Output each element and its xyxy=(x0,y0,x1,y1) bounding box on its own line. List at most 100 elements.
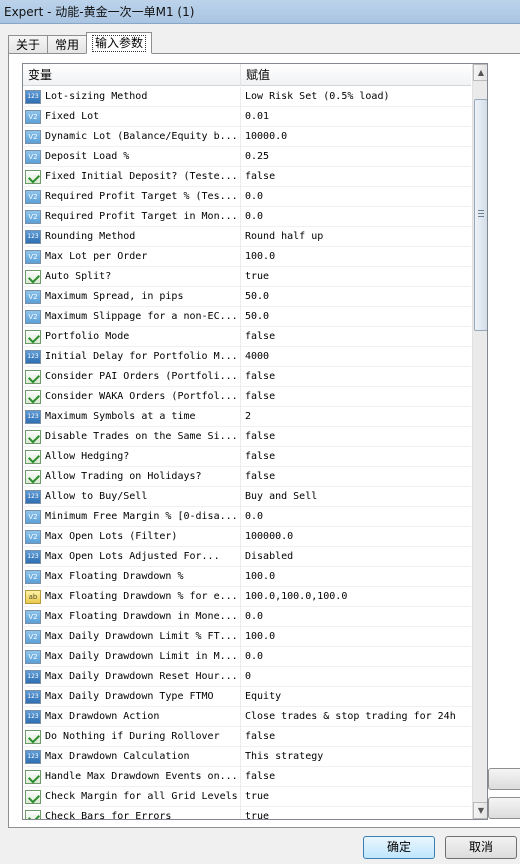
parameter-value[interactable]: true xyxy=(241,267,471,287)
tab-about[interactable]: 关于 xyxy=(8,35,49,54)
parameter-value[interactable]: Close trades & stop trading for 24h xyxy=(241,707,471,727)
parameter-value[interactable]: 0.0 xyxy=(241,607,471,627)
bool-icon xyxy=(25,269,41,284)
parameter-value[interactable]: 4000 xyxy=(241,347,471,367)
parameter-row[interactable]: V2 Max Lot per Order 100.0 xyxy=(23,246,471,267)
parameter-row[interactable]: Check Margin for all Grid Levels true xyxy=(23,786,471,807)
parameter-row[interactable]: V2 Max Open Lots (Filter) 100000.0 xyxy=(23,526,471,547)
parameter-row[interactable]: V2 Max Daily Drawdown Limit in M... 0.0 xyxy=(23,646,471,667)
parameter-value[interactable]: false xyxy=(241,167,471,187)
double-icon: V2 xyxy=(25,309,41,324)
parameter-value[interactable]: 0.0 xyxy=(241,187,471,207)
parameter-value[interactable]: false xyxy=(241,327,471,347)
parameter-value[interactable]: Round half up xyxy=(241,227,471,247)
scroll-down-button[interactable]: ▼ xyxy=(473,802,487,819)
parameter-value[interactable]: 0.01 xyxy=(241,107,471,127)
scroll-thumb[interactable] xyxy=(474,99,487,331)
parameter-value[interactable]: false xyxy=(241,427,471,447)
parameter-row[interactable]: V2 Max Floating Drawdown % 100.0 xyxy=(23,566,471,587)
parameter-row[interactable]: V2 Minimum Free Margin % [0-disa... 0.0 xyxy=(23,506,471,527)
parameter-value[interactable]: false xyxy=(241,467,471,487)
parameter-row[interactable]: V2 Required Profit Target in Mon... 0.0 xyxy=(23,206,471,227)
parameter-row[interactable]: 123 Rounding Method Round half up xyxy=(23,226,471,247)
parameter-value[interactable]: 0 xyxy=(241,667,471,687)
load-button[interactable] xyxy=(488,768,520,790)
parameter-value[interactable]: 50.0 xyxy=(241,307,471,327)
parameter-name-cell: V2 Max Open Lots (Filter) xyxy=(23,526,241,547)
parameter-row[interactable]: V2 Maximum Slippage for a non-EC... 50.0 xyxy=(23,306,471,327)
parameter-value[interactable]: 0.0 xyxy=(241,507,471,527)
parameter-value[interactable]: This strategy xyxy=(241,747,471,767)
parameter-value[interactable]: 100.0 xyxy=(241,567,471,587)
parameter-row[interactable]: V2 Fixed Lot 0.01 xyxy=(23,106,471,127)
parameter-row[interactable]: V2 Max Floating Drawdown in Mone... 0.0 xyxy=(23,606,471,627)
parameter-value[interactable]: Buy and Sell xyxy=(241,487,471,507)
save-button[interactable] xyxy=(488,797,520,819)
parameter-row[interactable]: V2 Dynamic Lot (Balance/Equity b... 10000.… xyxy=(23,126,471,147)
parameter-value[interactable]: 0.0 xyxy=(241,207,471,227)
parameter-row[interactable]: 123 Max Daily Drawdown Reset Hour... 0 xyxy=(23,666,471,687)
parameter-row[interactable]: 123 Initial Delay for Portfolio M... 4000 xyxy=(23,346,471,367)
parameter-value[interactable]: 100.0,100.0,100.0 xyxy=(241,587,471,607)
parameter-row[interactable]: Allow Hedging? false xyxy=(23,446,471,467)
parameter-row[interactable]: Do Nothing if During Rollover false xyxy=(23,726,471,747)
parameter-value[interactable]: true xyxy=(241,787,471,807)
parameter-value[interactable]: true xyxy=(241,807,471,820)
tab-inputs[interactable]: 输入参数 xyxy=(86,32,153,54)
parameter-name: Max Lot per Order xyxy=(45,251,148,262)
parameter-value[interactable]: false xyxy=(241,447,471,467)
parameter-row[interactable]: Check Bars for Errors true xyxy=(23,806,471,820)
vertical-scrollbar[interactable]: ▲ ▼ xyxy=(472,64,487,819)
tab-strip: 关于 常用 输入参数 xyxy=(8,32,153,54)
parameter-value[interactable]: 10000.0 xyxy=(241,127,471,147)
parameter-name-cell: Allow Hedging? xyxy=(23,446,241,467)
parameter-row[interactable]: Fixed Initial Deposit? (Teste... false xyxy=(23,166,471,187)
parameter-value[interactable]: false xyxy=(241,367,471,387)
parameter-value[interactable]: 0.0 xyxy=(241,647,471,667)
parameter-row[interactable]: Disable Trades on the Same Si... false xyxy=(23,426,471,447)
cancel-button[interactable]: 取消 xyxy=(445,836,517,859)
parameter-row[interactable]: Auto Split? true xyxy=(23,266,471,287)
parameter-value[interactable]: 100000.0 xyxy=(241,527,471,547)
parameter-value[interactable]: false xyxy=(241,387,471,407)
parameter-row[interactable]: Allow Trading on Holidays? false xyxy=(23,466,471,487)
ok-button[interactable]: 确定 xyxy=(363,836,435,859)
parameter-row[interactable]: ab Max Floating Drawdown % for e... 100.0,… xyxy=(23,586,471,607)
parameter-row[interactable]: Portfolio Mode false xyxy=(23,326,471,347)
parameter-value[interactable]: 100.0 xyxy=(241,627,471,647)
parameter-value[interactable]: 2 xyxy=(241,407,471,427)
column-header-variable[interactable]: 变量 xyxy=(23,64,241,86)
parameter-row[interactable]: Consider WAKA Orders (Portfol... false xyxy=(23,386,471,407)
string-icon: ab xyxy=(25,589,41,604)
parameter-row[interactable]: 123 Max Drawdown Calculation This strategy xyxy=(23,746,471,767)
parameter-row[interactable]: 123 Allow to Buy/Sell Buy and Sell xyxy=(23,486,471,507)
parameter-value[interactable]: false xyxy=(241,767,471,787)
tab-common[interactable]: 常用 xyxy=(47,35,88,54)
parameter-value[interactable]: Disabled xyxy=(241,547,471,567)
parameter-row[interactable]: 123 Max Open Lots Adjusted For... Disabled xyxy=(23,546,471,567)
parameter-row[interactable]: 123 Maximum Symbols at a time 2 xyxy=(23,406,471,427)
parameter-row[interactable]: V2 Maximum Spread, in pips 50.0 xyxy=(23,286,471,307)
parameter-name-cell: V2 Max Lot per Order xyxy=(23,246,241,267)
parameter-value[interactable]: 0.25 xyxy=(241,147,471,167)
parameter-row[interactable]: V2 Deposit Load % 0.25 xyxy=(23,146,471,167)
parameter-value[interactable]: Low Risk Set (0.5% load) xyxy=(241,87,471,107)
column-header-value[interactable]: 赋值 xyxy=(241,64,471,86)
parameter-value[interactable]: Equity xyxy=(241,687,471,707)
parameter-value[interactable]: 100.0 xyxy=(241,247,471,267)
int-icon: 123 xyxy=(25,669,41,684)
parameter-value[interactable]: false xyxy=(241,727,471,747)
parameter-row[interactable]: V2 Required Profit Target % (Tes... 0.0 xyxy=(23,186,471,207)
parameter-row[interactable]: 123 Max Drawdown Action Close trades & sto… xyxy=(23,706,471,727)
parameter-rows: 123 Lot-sizing Method Low Risk Set (0.5% l… xyxy=(23,86,471,820)
parameter-row[interactable]: Consider PAI Orders (Portfoli... false xyxy=(23,366,471,387)
parameter-name-cell: Fixed Initial Deposit? (Teste... xyxy=(23,166,241,187)
parameter-value[interactable]: 50.0 xyxy=(241,287,471,307)
scroll-up-button[interactable]: ▲ xyxy=(473,64,487,81)
parameter-row[interactable]: Handle Max Drawdown Events on... false xyxy=(23,766,471,787)
parameter-row[interactable]: 123 Lot-sizing Method Low Risk Set (0.5% l… xyxy=(23,86,471,107)
parameter-row[interactable]: 123 Max Daily Drawdown Type FTMO Equity xyxy=(23,686,471,707)
parameter-row[interactable]: V2 Max Daily Drawdown Limit % FT... 100.0 xyxy=(23,626,471,647)
parameter-name: Auto Split? xyxy=(45,271,112,282)
bool-icon xyxy=(25,789,41,804)
